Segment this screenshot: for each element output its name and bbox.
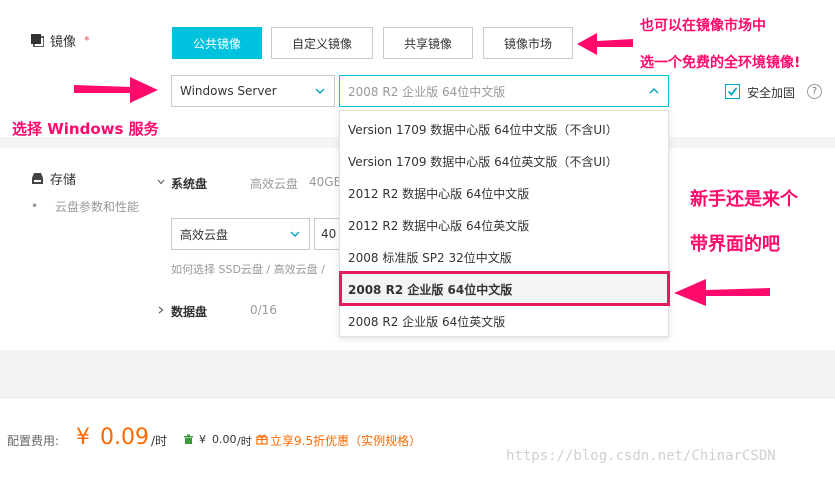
tab-image-market[interactable]: 镜像市场 [483,27,573,59]
tab-public-image[interactable]: 公共镜像 [172,27,262,59]
system-disk-type-value: 高效云盘 [180,227,229,242]
price-unit: /时 [151,434,168,448]
dropdown-option[interactable]: 2008 R2 企业版 64位英文版 [340,305,668,337]
dropdown-option[interactable]: 2008 标准版 SP2 32位中文版 [340,241,668,273]
annotation-windows: 选择 Windows 服务 [12,120,159,138]
price-amount: 0.09 [100,425,149,450]
arrow-left-icon [577,33,633,55]
chevron-down-icon [290,231,300,237]
selected-option-highlight [339,271,670,306]
trash-icon [184,434,193,444]
help-icon[interactable]: ? [807,84,822,99]
version-select[interactable]: 2008 R2 企业版 64位中文版 [339,75,669,107]
secondary-amount: 0.00 [212,433,237,446]
storage-bullet: • [31,199,39,213]
dropdown-option[interactable]: 2012 R2 数据中心版 64位英文版 [340,209,668,241]
data-disk-count: 0/16 [250,303,277,317]
image-icon [31,34,44,47]
annotation-market-line2: 选一个免费的全环境镜像! [640,55,801,71]
tab-shared-image[interactable]: 共享镜像 [383,27,473,59]
check-icon [727,87,738,96]
image-label: 镜像 [50,35,77,50]
annotation-market-line1: 也可以在镜像市场中 [640,18,766,34]
security-checkbox-label: 安全加固 [747,86,796,100]
arrow-left-icon [674,279,770,306]
system-disk-size-value: 40 [321,227,337,241]
data-disk-label: 数据盘 [171,305,208,319]
tab-custom-image[interactable]: 自定义镜像 [271,27,373,59]
secondary-unit: /时 [237,435,252,448]
price-label: 配置费用: [7,434,60,448]
secondary-currency: ¥ [199,433,206,446]
arrow-right-icon [74,77,158,103]
system-disk-type-select[interactable]: 高效云盘 [171,218,310,250]
storage-label: 存储 [50,173,77,188]
discount-link[interactable]: 立享9.5折优惠（实例规格） [270,432,421,449]
chevron-down-icon[interactable] [157,178,165,186]
system-disk-label: 系统盘 [171,177,208,191]
chevron-up-icon [649,88,659,94]
system-disk-hint: 如何选择 SSD云盘 / 高效云盘 / [171,263,325,276]
storage-sub-label: 云盘参数和性能 [55,200,140,214]
storage-icon [32,173,43,184]
version-select-value: 2008 R2 企业版 64位中文版 [348,84,506,99]
image-section-label: 镜像 * [31,31,90,50]
annotation-gui-line1: 新手还是来个 [690,189,798,210]
os-select[interactable]: Windows Server [171,75,335,107]
chevron-down-icon [315,88,325,94]
required-mark: * [84,34,90,47]
dropdown-option[interactable]: Version 1709 数据中心版 64位英文版（不含UI） [340,145,668,177]
annotation-gui-line2: 带界面的吧 [690,234,780,255]
dropdown-option[interactable]: 2012 R2 数据中心版 64位中文版 [340,177,668,209]
storage-section-label: 存储 [31,169,76,188]
system-disk-summary-size: 40GB [309,175,342,189]
chevron-right-icon[interactable] [157,306,165,314]
system-disk-summary-type: 高效云盘 [250,177,299,191]
price-currency: ¥ [76,425,90,450]
dropdown-option[interactable]: Version 1709 数据中心版 64位中文版（不含UI） [340,113,668,145]
watermark: https://blog.csdn.net/ChinarCSDN [506,448,776,464]
os-select-value: Windows Server [180,84,277,98]
gift-icon [256,434,268,445]
security-checkbox[interactable] [725,84,740,99]
